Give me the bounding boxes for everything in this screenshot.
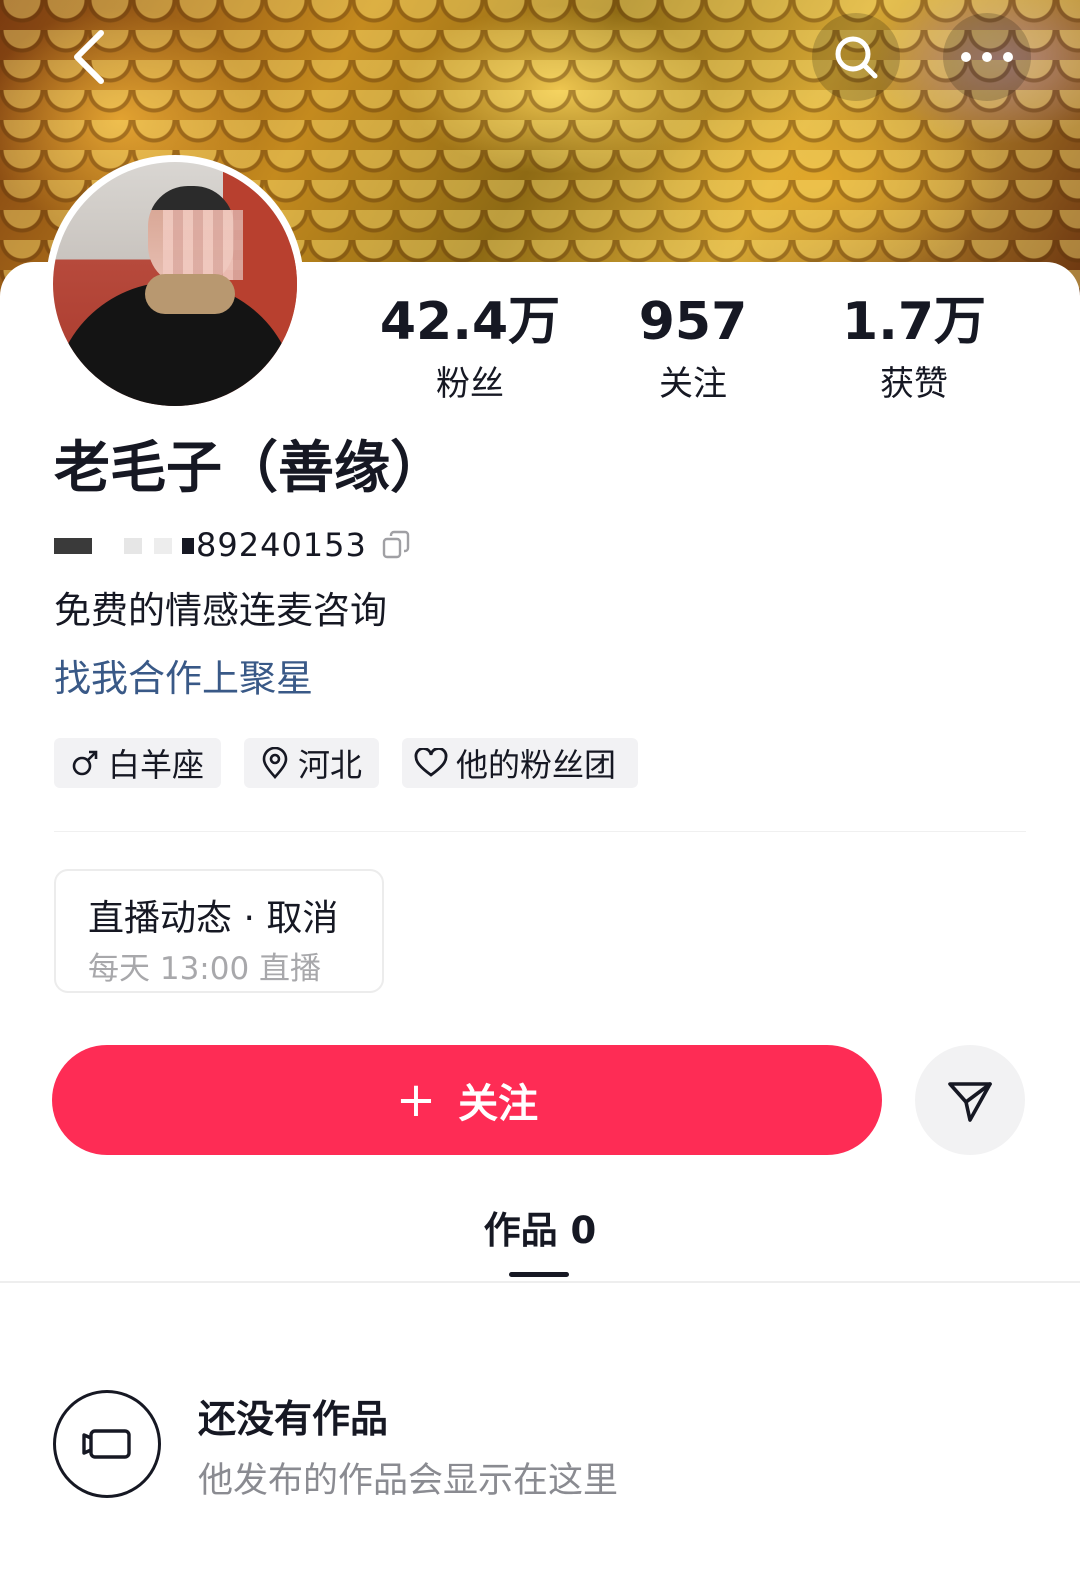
stat-likes-label: 获赞 xyxy=(880,364,948,404)
more-dots-icon xyxy=(961,52,1013,62)
plus-icon: + xyxy=(395,1072,437,1128)
tag-fan-club-label: 他的粉丝团 xyxy=(456,746,617,784)
profile-name: 老毛子（善缘） xyxy=(54,436,446,501)
stat-likes[interactable]: 1.7万 获赞 xyxy=(814,292,1014,405)
message-button[interactable] xyxy=(915,1045,1025,1155)
live-status-title: 直播动态 · 取消 xyxy=(88,898,339,939)
tab-indicator xyxy=(509,1272,569,1277)
stat-fans-label: 粉丝 xyxy=(436,364,504,404)
tag-fan-club[interactable]: 他的粉丝团 xyxy=(402,738,638,788)
search-icon xyxy=(835,36,878,79)
tag-location-label: 河北 xyxy=(298,746,363,784)
chevron-left-icon xyxy=(74,30,104,84)
section-divider xyxy=(54,831,1026,832)
stat-fans[interactable]: 42.4万 粉丝 xyxy=(370,292,570,405)
live-schedule: 每天 13:00 直播 xyxy=(88,951,322,987)
video-camera-icon xyxy=(82,1429,131,1459)
avatar-photo xyxy=(53,162,297,406)
id-redaction xyxy=(54,534,194,556)
location-pin-icon xyxy=(262,747,288,779)
tag-location[interactable]: 河北 xyxy=(244,738,379,788)
avatar[interactable] xyxy=(46,155,304,413)
follow-button-label: 关注 xyxy=(458,1081,539,1127)
copy-icon[interactable] xyxy=(381,530,411,560)
live-status-card[interactable]: 直播动态 · 取消 每天 13:00 直播 xyxy=(54,869,384,993)
account-id-row[interactable]: 89240153 xyxy=(54,523,411,567)
stat-following-value: 957 xyxy=(638,292,748,352)
account-id-text: 89240153 xyxy=(196,526,367,564)
tab-works[interactable]: 作品 0 xyxy=(0,1200,1080,1254)
follow-button[interactable]: + 关注 xyxy=(52,1045,882,1155)
stat-following-label: 关注 xyxy=(659,364,727,404)
cooperation-link[interactable]: 找我合作上聚星 xyxy=(54,656,313,702)
empty-works-icon xyxy=(53,1390,161,1498)
more-button[interactable] xyxy=(943,13,1031,101)
tab-divider xyxy=(0,1281,1080,1283)
tag-zodiac[interactable]: 白羊座 xyxy=(54,738,221,788)
empty-state-subtitle: 他发布的作品会显示在这里 xyxy=(198,1461,619,1501)
empty-state-title: 还没有作品 xyxy=(198,1397,389,1441)
stat-likes-value: 1.7万 xyxy=(841,292,987,352)
search-button[interactable] xyxy=(812,13,900,101)
profile-bio: 免费的情感连麦咨询 xyxy=(54,589,387,632)
stat-following[interactable]: 957 关注 xyxy=(593,292,793,405)
stat-fans-value: 42.4万 xyxy=(379,292,561,352)
back-button[interactable] xyxy=(45,13,133,101)
heart-icon xyxy=(414,748,448,777)
send-icon xyxy=(948,1082,992,1122)
male-icon xyxy=(72,750,98,776)
tag-zodiac-label: 白羊座 xyxy=(108,746,205,784)
